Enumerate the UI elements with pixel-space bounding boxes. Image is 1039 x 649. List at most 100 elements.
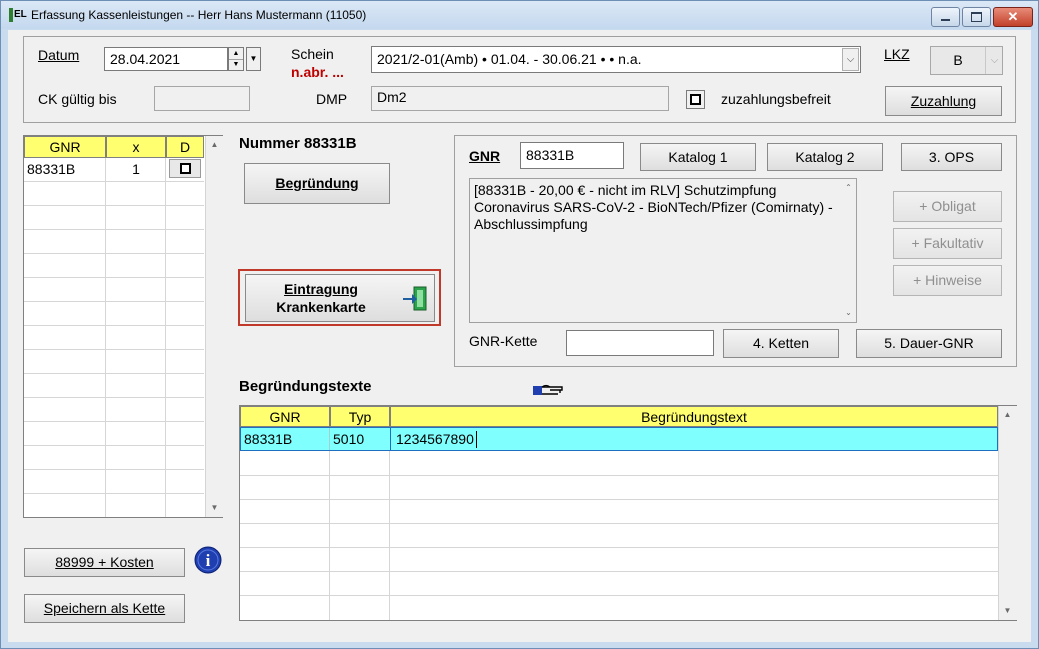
checkbox-frame (686, 90, 705, 109)
fakultativ-button[interactable]: + Fakultativ (893, 228, 1002, 259)
dauer-gnr-button[interactable]: 5. Dauer-GNR (856, 329, 1002, 358)
kosten-button[interactable]: 88999 + Kosten (24, 548, 185, 577)
count-cell: 1 (132, 161, 140, 177)
title-bar: EL Erfassung Kassenleistungen -- Herr Ha… (1, 1, 1038, 29)
grid-line (240, 523, 998, 524)
client-area: Datum 28.04.2021 ▲ ▼ ▼ Schein n.abr. ...… (8, 30, 1031, 642)
eintragung-label-1: Eintragung (284, 281, 358, 297)
datum-dropdown-button[interactable]: ▼ (246, 47, 261, 71)
lkz-value: B (953, 52, 963, 68)
gnr-kette-label: GNR-Kette (469, 333, 538, 349)
nummer-title: Nummer 88331B (239, 135, 357, 152)
description-box[interactable]: [88331B - 20,00 € - nicht im RLV] Schutz… (469, 178, 857, 323)
grid-line (24, 421, 204, 422)
gnr-list-header-x[interactable]: x (106, 136, 166, 158)
grid-divider (105, 158, 106, 517)
ck-field[interactable] (154, 86, 250, 111)
scroll-up-icon[interactable]: ⌃ (842, 181, 855, 194)
scroll-down-icon[interactable]: ▼ (208, 501, 221, 514)
scroll-up-icon[interactable]: ▲ (1001, 408, 1014, 421)
grid-line (24, 349, 204, 350)
grid-line (24, 205, 204, 206)
grid-divider (165, 158, 166, 517)
grid-line (24, 493, 204, 494)
schein-select-value: 2021/2-01(Amb) • 01.04. - 30.06.21 • • n… (377, 51, 642, 67)
eintragung-label-2: Krankenkarte (276, 299, 366, 315)
lkz-select[interactable]: B ⌵ (930, 46, 1003, 75)
grid-line (24, 445, 204, 446)
chevron-down-icon: ▼ (249, 54, 258, 63)
begr-text-cell[interactable]: 1234567890 (396, 431, 474, 447)
schein-select[interactable]: 2021/2-01(Amb) • 01.04. - 30.06.21 • • n… (371, 46, 861, 73)
app-icon: EL (9, 8, 27, 22)
svg-text:i: i (206, 551, 211, 570)
datum-field[interactable]: 28.04.2021 (104, 47, 228, 71)
grid-line (24, 277, 204, 278)
description-scrollbar[interactable]: ⌃ ⌄ (840, 179, 857, 322)
katalog-2-button[interactable]: Katalog 2 (767, 143, 883, 171)
schein-label: Schein (291, 46, 334, 62)
katalog-1-button[interactable]: Katalog 1 (640, 143, 756, 171)
datum-label: Datum (38, 47, 80, 63)
info-icon[interactable]: i (193, 545, 223, 575)
schein-status: n.abr. ... (291, 64, 344, 80)
d-checkbox[interactable] (180, 163, 191, 174)
minimize-icon (941, 19, 950, 21)
pointing-hand-icon (533, 384, 563, 395)
cell-divider (390, 428, 391, 450)
zuzahlung-button[interactable]: Zuzahlung (885, 86, 1002, 116)
maximize-button[interactable] (962, 7, 991, 27)
begruendung-table[interactable]: GNR Typ Begründungstext 88331B 5010 1234… (239, 405, 1017, 621)
spin-down-icon[interactable]: ▼ (229, 59, 243, 70)
begr-header-typ[interactable]: Typ (330, 406, 390, 427)
exit-door-icon (403, 286, 427, 311)
ck-label: CK gültig bis (38, 91, 117, 107)
grid-line (24, 181, 204, 182)
begr-typ-cell: 5010 (333, 431, 365, 447)
zuzahlungsbefreit-label: zuzahlungsbefreit (721, 91, 831, 107)
maximize-icon (971, 12, 982, 22)
grid-line (24, 301, 204, 302)
grid-line (240, 475, 998, 476)
gnr-list-scrollbar[interactable]: ▲ ▼ (205, 136, 223, 517)
grid-line (240, 499, 998, 500)
grid-line (24, 325, 204, 326)
grid-line (24, 373, 204, 374)
gnr-list-header-gnr[interactable]: GNR (24, 136, 106, 158)
cell-divider (329, 428, 330, 450)
hinweise-button[interactable]: + Hinweise (893, 265, 1002, 296)
grid-line (240, 571, 998, 572)
close-button[interactable]: ✕ (993, 7, 1033, 27)
begr-header-gnr[interactable]: GNR (240, 406, 330, 427)
table-row[interactable]: 88331B 1 (24, 158, 204, 181)
scroll-up-icon[interactable]: ▲ (208, 138, 221, 151)
gnr-list-table[interactable]: GNR x D 88331B 1 ▲ ▼ (23, 135, 223, 518)
ops-button[interactable]: 3. OPS (901, 143, 1002, 171)
begr-table-scrollbar[interactable]: ▲ ▼ (998, 406, 1017, 620)
speichern-als-kette-button[interactable]: Speichern als Kette (24, 594, 185, 623)
gnr-list-header-d[interactable]: D (166, 136, 204, 158)
d-checkbox-cell[interactable] (169, 159, 201, 178)
datum-spinner[interactable]: ▲ ▼ (228, 47, 244, 71)
scroll-down-icon[interactable]: ⌄ (842, 306, 855, 319)
scroll-down-icon[interactable]: ▼ (1001, 604, 1014, 617)
text-cursor (476, 431, 477, 448)
description-text: [88331B - 20,00 € - nicht im RLV] Schutz… (474, 182, 833, 232)
minimize-button[interactable] (931, 7, 960, 27)
lkz-label: LKZ (884, 46, 910, 62)
chevron-down-icon: ⌵ (985, 47, 1003, 74)
grid-line (240, 595, 998, 596)
gnr-kette-input[interactable] (566, 330, 714, 356)
obligat-button[interactable]: + Obligat (893, 191, 1002, 222)
begr-header-text[interactable]: Begründungstext (390, 406, 998, 427)
table-row-selected[interactable]: 88331B 5010 1234567890 (240, 427, 998, 451)
grid-line (24, 397, 204, 398)
grid-line (240, 547, 998, 548)
dmp-field[interactable]: Dm2 (371, 86, 669, 111)
gnr-input[interactable]: 88331B (520, 142, 624, 169)
begruendung-button[interactable]: Begründung (244, 163, 390, 204)
ketten-button[interactable]: 4. Ketten (723, 329, 839, 358)
chevron-down-icon[interactable]: ⌵ (842, 48, 859, 71)
dmp-label: DMP (316, 91, 348, 107)
eintragung-krankenkarte-button[interactable]: Eintragung Krankenkarte (245, 274, 435, 322)
